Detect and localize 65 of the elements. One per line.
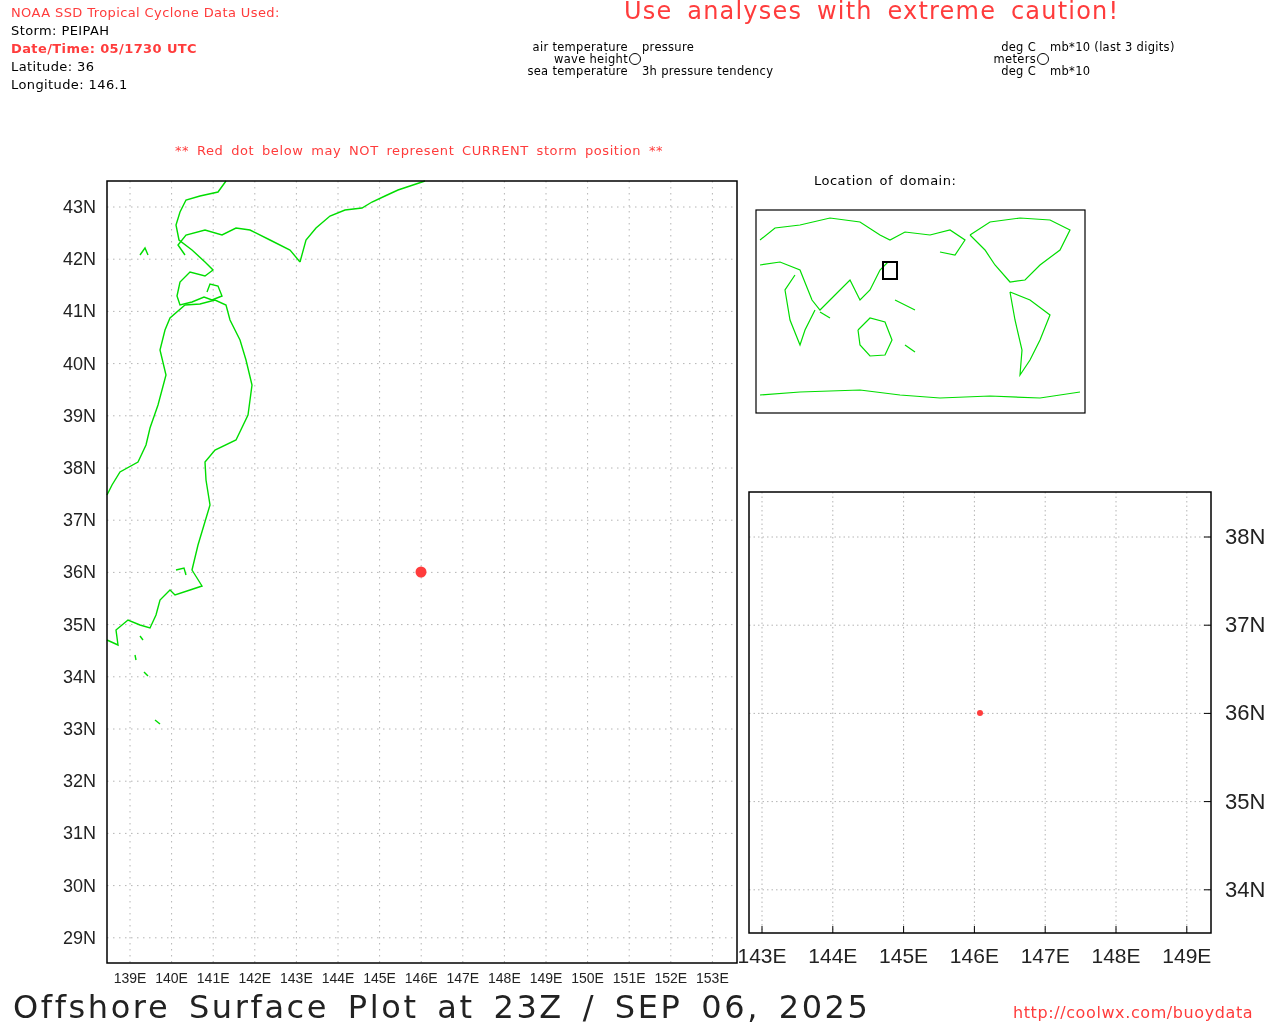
storm-longitude: Longitude: 146.1 — [11, 76, 129, 94]
longitude-label: 144E — [808, 944, 858, 968]
longitude-label: 147E — [1020, 944, 1070, 968]
caution-text: Use analyses with extreme caution! — [624, 0, 1120, 25]
latitude-label: 30N — [62, 875, 96, 897]
legend-label: deg C — [1001, 65, 1036, 77]
legend-label: mb*10 (last 3 digits) — [1050, 41, 1175, 53]
latitude-label: 38N — [62, 457, 96, 479]
longitude-label: 151E — [612, 970, 646, 986]
latitude-label: 40N — [62, 353, 96, 375]
latitude-label: 38N — [1225, 524, 1266, 550]
latitude-label: 31N — [62, 822, 96, 844]
legend-label: sea temperature — [527, 65, 628, 77]
latitude-label: 43N — [62, 196, 96, 218]
longitude-label: 148E — [488, 970, 521, 986]
legend-label: meters — [993, 53, 1036, 65]
longitude-label: 141E — [196, 970, 230, 986]
longitude-label: 147E — [446, 970, 480, 986]
longitude-label: 146E — [404, 970, 438, 986]
longitude-label: 149E — [1162, 944, 1212, 968]
domain-box — [882, 261, 898, 280]
latitude-label: 35N — [62, 614, 96, 636]
legend-label: pressure — [642, 41, 695, 53]
longitude-label: 148E — [1091, 944, 1141, 968]
latitude-label: 34N — [62, 666, 96, 688]
latitude-label: 42N — [62, 248, 96, 270]
storm-name: Storm: PEIPAH — [11, 22, 111, 40]
longitude-label: 153E — [696, 970, 729, 986]
latitude-label: 39N — [62, 405, 96, 427]
latitude-label: 37N — [62, 509, 96, 531]
storm-marker — [415, 566, 427, 578]
longitude-label: 139E — [113, 970, 147, 986]
legend-label: mb*10 — [1050, 65, 1091, 77]
longitude-label: 149E — [529, 970, 563, 986]
latitude-label: 29N — [62, 927, 96, 949]
latitude-label: 41N — [62, 300, 96, 322]
latitude-label: 36N — [1225, 700, 1266, 727]
inset-map-title: Location of domain: — [814, 173, 957, 188]
storm-marker — [977, 710, 983, 716]
longitude-label: 143E — [737, 944, 787, 968]
longitude-label: 142E — [238, 970, 272, 986]
legend-label: 3h pressure tendency — [642, 65, 774, 77]
latitude-label: 33N — [62, 718, 96, 740]
longitude-label: 152E — [654, 970, 688, 986]
longitude-label: 146E — [949, 944, 999, 968]
longitude-label: 144E — [321, 970, 355, 986]
site-link[interactable]: http://coolwx.com/buoydata — [1013, 1003, 1254, 1022]
latitude-label: 35N — [1225, 788, 1266, 815]
legend-label: air temperature — [532, 41, 628, 53]
longitude-label: 150E — [571, 970, 604, 986]
longitude-label: 145E — [879, 944, 929, 968]
longitude-label: 145E — [363, 970, 396, 986]
legend-label: deg C — [1001, 41, 1036, 53]
latitude-label: 37N — [1225, 612, 1266, 639]
data-source-title: NOAA SSD Tropical Cyclone Data Used: — [11, 4, 280, 22]
latitude-label: 36N — [62, 561, 96, 583]
latitude-label: 34N — [1225, 876, 1266, 903]
longitude-label: 140E — [155, 970, 188, 986]
storm-position-warning: ** Red dot below may NOT represent CURRENT storm position ** — [175, 143, 664, 158]
legend-label: wave height — [554, 53, 628, 65]
longitude-label: 143E — [280, 970, 313, 986]
storm-latitude: Latitude: 36 — [11, 58, 96, 76]
plot-title: Offshore Surface Plot at 23Z / SEP 06, 2025 — [13, 988, 871, 1024]
latitude-label: 32N — [62, 770, 96, 792]
storm-datetime: Date/Time: 05/1730 UTC — [11, 40, 199, 58]
